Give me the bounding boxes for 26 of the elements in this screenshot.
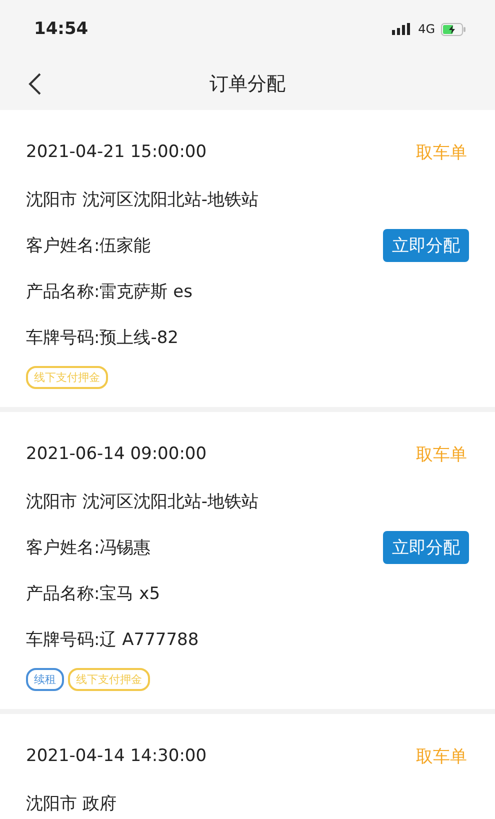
battery-icon (441, 22, 467, 36)
order-datetime: 2021-06-14 09:00:00 (26, 444, 207, 464)
order-datetime: 2021-04-14 14:30:00 (26, 746, 207, 766)
assign-button[interactable]: 立即分配 (383, 228, 469, 262)
order-tag: 线下支付押金 (68, 668, 150, 691)
status-time: 14:54 (34, 19, 88, 39)
order-type: 取车单 (416, 142, 467, 164)
back-icon[interactable] (28, 72, 42, 96)
customer-name: 客户姓名:伍家能 (26, 234, 151, 256)
product-name: 产品名称:宝马 x5 (26, 582, 160, 604)
customer-name: 客户姓名:冯锡惠 (26, 536, 151, 558)
order-datetime: 2021-04-21 15:00:00 (26, 142, 207, 162)
assign-button[interactable]: 立即分配 (383, 530, 469, 564)
order-address: 沈阳市 沈河区沈阳北站-地铁站 (26, 490, 259, 512)
order-address: 沈阳市 沈河区沈阳北站-地铁站 (26, 188, 259, 210)
order-tag: 续租 (26, 668, 64, 691)
page-title: 订单分配 (210, 72, 286, 97)
order-tag: 线下支付押金 (26, 366, 108, 389)
plate-number: 车牌号码:辽 A777788 (26, 628, 199, 650)
order-type: 取车单 (416, 746, 467, 768)
order-type: 取车单 (416, 444, 467, 466)
signal-icon (392, 23, 412, 35)
network-label: 4G (418, 22, 435, 36)
plate-number: 车牌号码:预上线-82 (26, 326, 178, 348)
order-address: 沈阳市 政府 (26, 792, 116, 814)
product-name: 产品名称:雷克萨斯 es (26, 280, 192, 302)
